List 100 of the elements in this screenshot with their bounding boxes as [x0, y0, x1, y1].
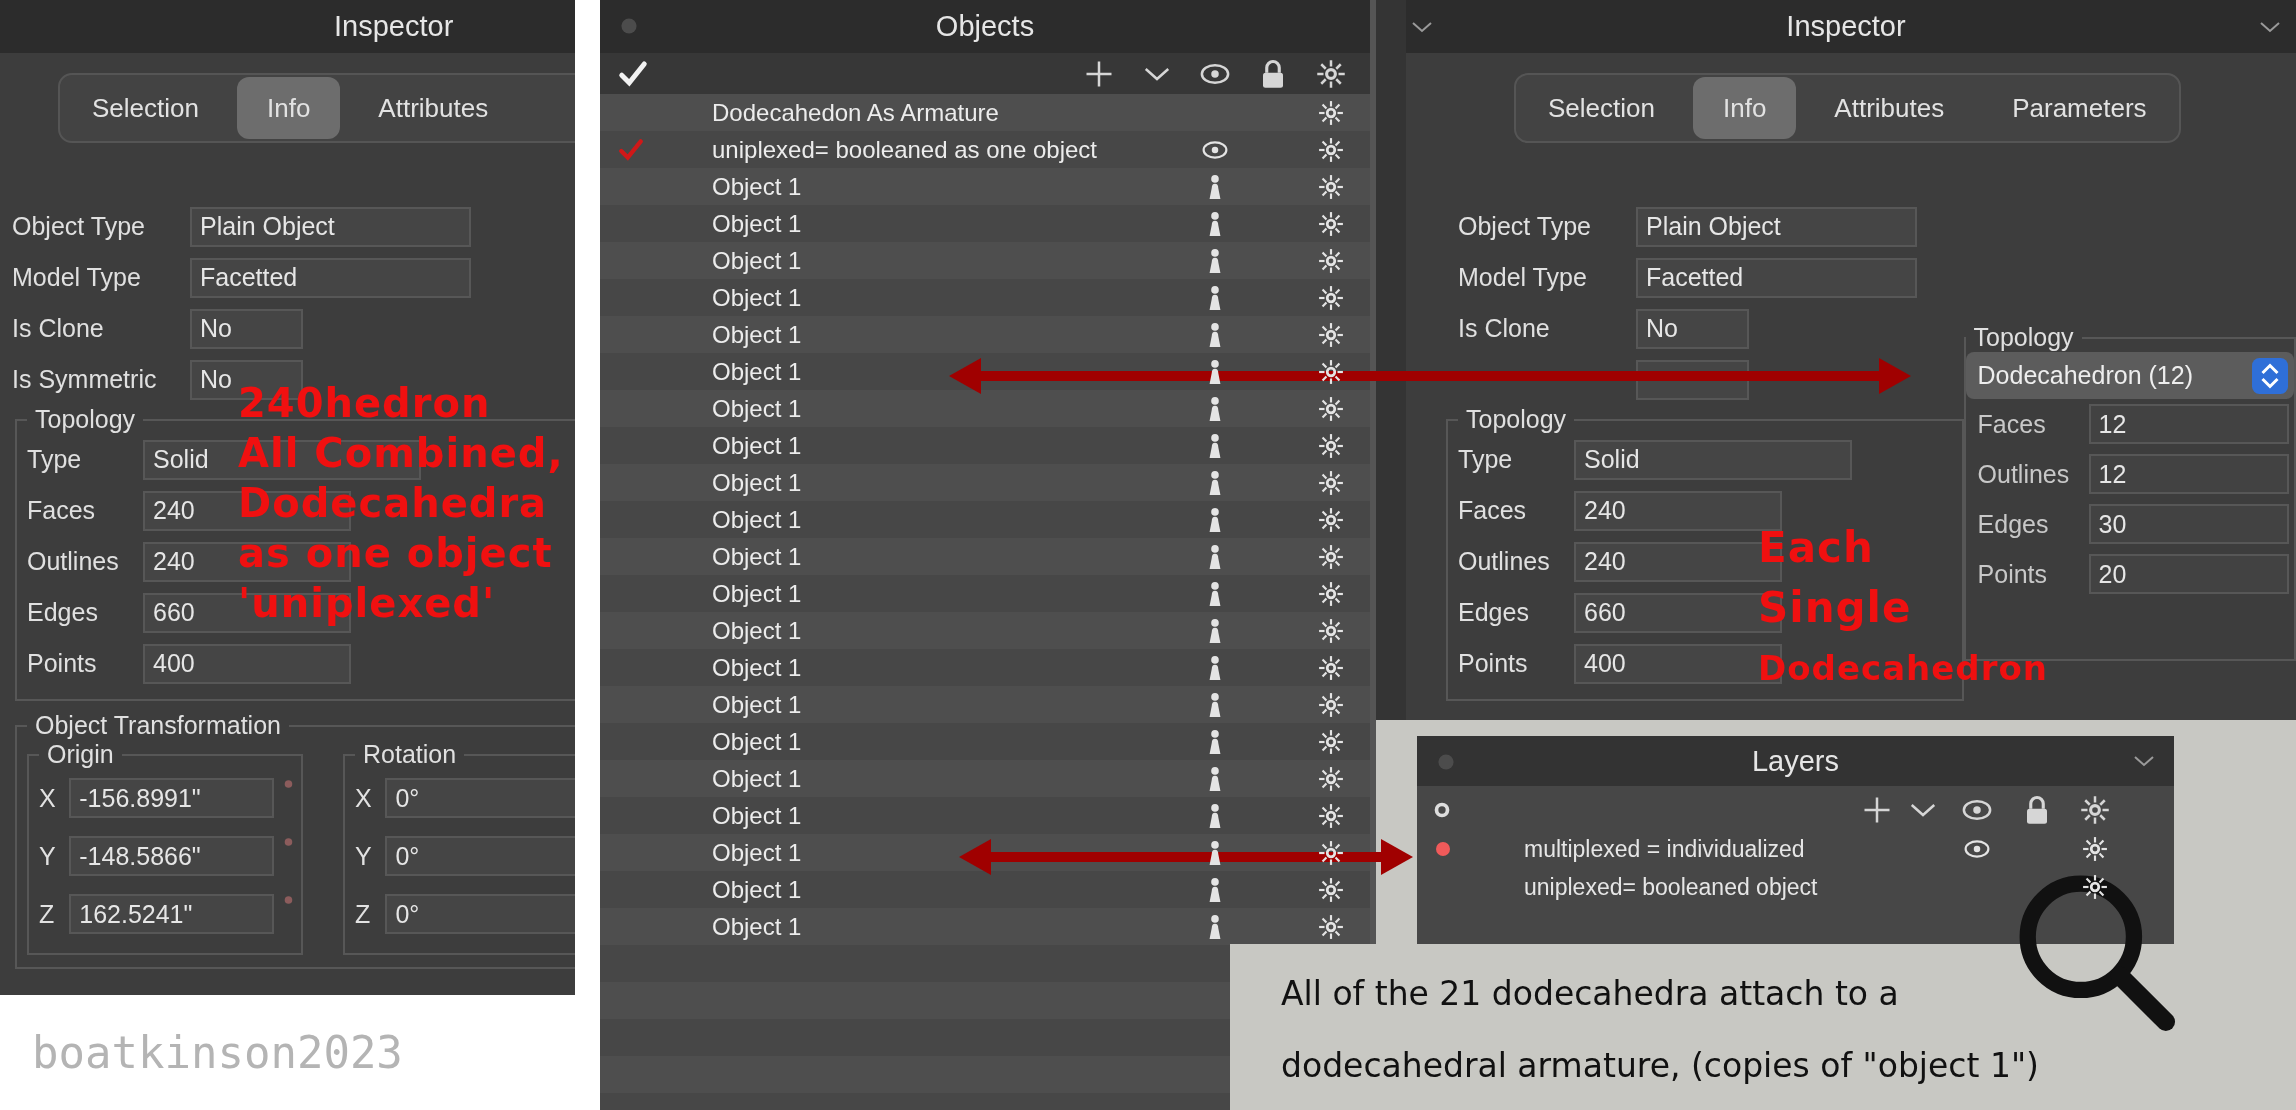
list-row[interactable]: Object 1: [600, 649, 1370, 686]
value-field: 12: [2088, 454, 2289, 494]
sun-icon[interactable]: [1318, 247, 1344, 274]
list-row[interactable]: Object 1: [600, 723, 1370, 760]
sun-icon[interactable]: [1318, 654, 1344, 681]
dropdown[interactable]: Dodecahedron (12): [1965, 352, 2294, 399]
tab[interactable]: Info: [1692, 77, 1797, 139]
stepper-icon[interactable]: [2252, 357, 2288, 394]
list-row[interactable]: Object 1: [600, 464, 1370, 501]
sun-icon[interactable]: [1318, 543, 1344, 570]
row-label: Dodecahedon As Armature: [712, 98, 1000, 127]
field-label: Object Type: [1457, 212, 1592, 241]
group-title: Rotation: [362, 740, 458, 769]
panel-title: Layers: [1751, 744, 1839, 778]
list-row[interactable]: Object 1: [600, 501, 1370, 538]
row-label: multiplexed = individualized: [1524, 835, 1806, 863]
sun-icon[interactable]: [1318, 691, 1344, 718]
list-row[interactable]: Object 1: [600, 242, 1370, 279]
field-label: Model Type: [1457, 263, 1588, 292]
tab[interactable]: Info: [236, 77, 341, 139]
list-row[interactable]: uniplexed= booleaned as one object: [600, 131, 1370, 168]
sun-icon[interactable]: [1318, 617, 1344, 644]
tab[interactable]: Attributes: [348, 77, 519, 139]
sun-icon[interactable]: [1318, 321, 1344, 348]
list-row[interactable]: Object 1: [600, 353, 1370, 390]
list-row[interactable]: Object 1: [600, 760, 1370, 797]
value-field: No: [1636, 308, 1749, 349]
tab[interactable]: Selection: [62, 77, 229, 139]
row-label: Object 1: [712, 431, 803, 460]
row-label: Object 1: [712, 283, 803, 312]
sun-icon[interactable]: [1318, 469, 1344, 496]
group-title: Topology: [34, 405, 137, 434]
row-label: Object 1: [712, 912, 803, 941]
field-label: Outlines: [1976, 459, 2071, 489]
list-row[interactable]: Object 1: [600, 686, 1370, 723]
list-row[interactable]: Object 1: [600, 168, 1370, 205]
list-row[interactable]: Object 1: [600, 205, 1370, 242]
tab[interactable]: Attributes: [1804, 77, 1975, 139]
field-label: Faces: [1976, 409, 2047, 439]
sun-icon[interactable]: [2082, 874, 2108, 900]
sun-icon[interactable]: [1318, 580, 1344, 607]
axis-label: Y: [39, 841, 57, 871]
sun-icon[interactable]: [1316, 58, 1346, 89]
sun-icon[interactable]: [2082, 836, 2108, 862]
list-row[interactable]: Object 1: [600, 612, 1370, 649]
sun-icon[interactable]: [1318, 802, 1344, 829]
sun-icon[interactable]: [1318, 136, 1344, 163]
field-label: Outlines: [27, 547, 120, 576]
panel-title: Inspector: [334, 10, 454, 43]
list-row[interactable]: Object 1: [600, 390, 1370, 427]
list-row[interactable]: Object 1: [600, 427, 1370, 464]
list-row[interactable]: Object 1: [600, 908, 1370, 945]
row-label: Object 1: [712, 579, 803, 608]
row-label: uniplexed= booleaned as one object: [712, 135, 1098, 164]
sun-icon[interactable]: [1318, 728, 1344, 755]
list-row[interactable]: multiplexed = individualized: [1417, 830, 2174, 868]
sun-icon[interactable]: [1318, 839, 1344, 866]
sun-icon[interactable]: [1318, 876, 1344, 903]
row-label: Object 1: [712, 357, 803, 386]
sun-icon[interactable]: [1318, 913, 1344, 940]
tab[interactable]: Selection: [1518, 77, 1685, 139]
row-label: Object 1: [712, 468, 803, 497]
list-row[interactable]: Object 1: [600, 316, 1370, 353]
list-row[interactable]: Object 1: [600, 871, 1370, 908]
row-label: Object 1: [712, 542, 803, 571]
sun-icon[interactable]: [1318, 99, 1344, 126]
list-row[interactable]: Object 1: [600, 538, 1370, 575]
sun-icon[interactable]: [1318, 284, 1344, 311]
group-title: Topology: [1972, 323, 2075, 352]
field-label: Edges: [1458, 598, 1530, 627]
panel-title: Inspector: [1786, 10, 1906, 43]
value-field: Plain Object: [190, 206, 471, 247]
list-row[interactable]: Object 1: [600, 279, 1370, 316]
sun-icon[interactable]: [1318, 210, 1344, 237]
panel-title: Objects: [935, 10, 1035, 43]
row-label: Object 1: [712, 764, 803, 793]
add-icon[interactable]: [1862, 795, 1892, 825]
list-row[interactable]: Object 1: [600, 575, 1370, 612]
tab[interactable]: Parameters: [1982, 77, 2177, 139]
row-label: Object 1: [712, 246, 803, 275]
row-label: Object 1: [712, 394, 803, 423]
axis-label: Z: [39, 899, 56, 929]
sun-icon[interactable]: [1318, 395, 1344, 422]
sun-icon[interactable]: [1318, 358, 1344, 385]
sun-icon[interactable]: [1318, 432, 1344, 459]
sun-icon[interactable]: [2080, 795, 2110, 825]
value-field: Facetted: [190, 257, 471, 298]
list-row[interactable]: Dodecahedon As Armature: [600, 94, 1370, 131]
sun-icon[interactable]: [1318, 506, 1344, 533]
value-field: 20: [2088, 554, 2289, 594]
value-field: 240: [1574, 490, 1782, 531]
list-row[interactable]: uniplexed= booleaned object: [1417, 868, 2174, 906]
field-label: Edges: [27, 598, 99, 627]
check-icon[interactable]: [618, 136, 644, 163]
list-row[interactable]: Object 1: [600, 797, 1370, 834]
sun-icon[interactable]: [1318, 173, 1344, 200]
value-field: -148.5866": [69, 836, 275, 876]
list-row[interactable]: Object 1: [600, 834, 1370, 871]
sun-icon[interactable]: [1318, 765, 1344, 792]
check-icon[interactable]: [618, 58, 648, 89]
